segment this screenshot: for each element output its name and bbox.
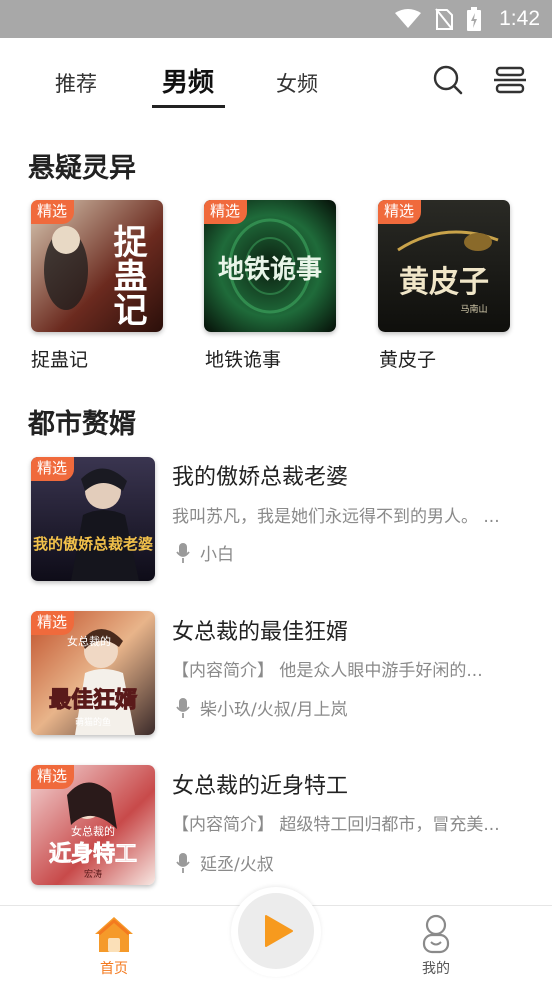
cover-art-title: 我的傲娇总裁老婆	[33, 535, 153, 553]
section-title-urban: 都市赘婿	[28, 409, 136, 440]
tab-female[interactable]: 女频	[276, 68, 318, 98]
book-description: 【内容简介】 他是众人眼中游手好闲的...	[172, 661, 483, 681]
active-tab-indicator	[152, 105, 225, 108]
cover-art-author: 萌猫的鱼	[75, 716, 111, 728]
book-cover[interactable]: 精选 黄皮子 马南山	[378, 200, 510, 332]
microphone-icon	[176, 542, 190, 563]
cover-art-title: 黄皮子	[399, 265, 489, 300]
book-description: 我叫苏凡，我是她们永远得不到的男人。 ...	[172, 507, 500, 527]
featured-badge: 精选	[31, 200, 75, 224]
book-title[interactable]: 女总裁的近身特工	[172, 768, 348, 800]
tab-recommend[interactable]: 推荐	[55, 68, 97, 98]
book-description: 【内容简介】 超级特工回归都市，冒充美...	[172, 815, 500, 835]
book-title[interactable]: 捉蛊记	[31, 345, 88, 372]
nav-mine-label: 我的	[422, 961, 450, 977]
nav-home-label: 首页	[100, 961, 128, 977]
play-button[interactable]	[238, 893, 314, 969]
featured-badge: 精选	[31, 765, 75, 789]
nav-home[interactable]: 首页	[64, 906, 164, 981]
book-title[interactable]: 地铁诡事	[205, 345, 281, 372]
narrator-name: 延丞/火叔	[200, 855, 274, 875]
no-sim-icon	[435, 8, 454, 30]
narrator-name: 柴小玖/火叔/月上岚	[200, 700, 348, 720]
cover-art-author: 宏涛	[84, 868, 102, 880]
play-icon	[265, 915, 293, 947]
status-icons: 1:42	[395, 0, 540, 38]
book-cover[interactable]: 精选 地铁诡事	[204, 200, 336, 332]
microphone-icon	[176, 697, 190, 718]
status-bar: 1:42	[0, 0, 552, 38]
cover-art-subtitle: 女总裁的	[71, 824, 115, 838]
nav-mine[interactable]: 我的	[386, 906, 486, 981]
book-narrator: 柴小玖/火叔/月上岚	[176, 695, 347, 720]
cover-art-title: 最佳狂婿	[49, 687, 137, 713]
book-cover[interactable]: 精选 女总裁的 近身特工 宏涛	[31, 765, 155, 885]
wifi-icon	[395, 9, 422, 28]
book-narrator: 小白	[176, 540, 234, 565]
book-cover[interactable]: 精选 捉蛊记	[31, 200, 163, 332]
microphone-icon	[176, 852, 190, 873]
tab-male[interactable]: 男频	[162, 62, 214, 99]
cover-art-title: 捉蛊记	[107, 224, 147, 326]
featured-badge: 精选	[204, 200, 248, 224]
search-icon[interactable]	[432, 64, 464, 96]
cover-art-author: 马南山	[460, 303, 487, 315]
featured-badge: 精选	[31, 611, 75, 635]
battery-charging-icon	[467, 7, 482, 31]
cover-art-subtitle: 女总裁的	[67, 634, 111, 648]
home-icon	[95, 917, 133, 952]
status-time: 1:42	[499, 7, 540, 30]
user-icon	[422, 914, 450, 954]
book-narrator: 延丞/火叔	[176, 850, 274, 875]
narrator-name: 小白	[200, 545, 234, 565]
section-title-suspense: 悬疑灵异	[28, 153, 136, 184]
featured-badge: 精选	[31, 457, 75, 481]
book-cover[interactable]: 精选 女总裁的 最佳狂婿 萌猫的鱼	[31, 611, 155, 735]
book-title[interactable]: 女总裁的最佳狂婿	[172, 614, 348, 646]
top-nav: 推荐 男频 女频	[0, 38, 552, 122]
cover-art-title: 地铁诡事	[218, 254, 322, 285]
book-title[interactable]: 我的傲娇总裁老婆	[172, 459, 348, 491]
book-cover[interactable]: 精选 我的傲娇总裁老婆	[31, 457, 155, 581]
menu-layers-icon[interactable]	[494, 64, 526, 96]
cover-art-title: 近身特工	[49, 841, 137, 867]
featured-badge: 精选	[378, 200, 422, 224]
book-title[interactable]: 黄皮子	[379, 345, 436, 372]
